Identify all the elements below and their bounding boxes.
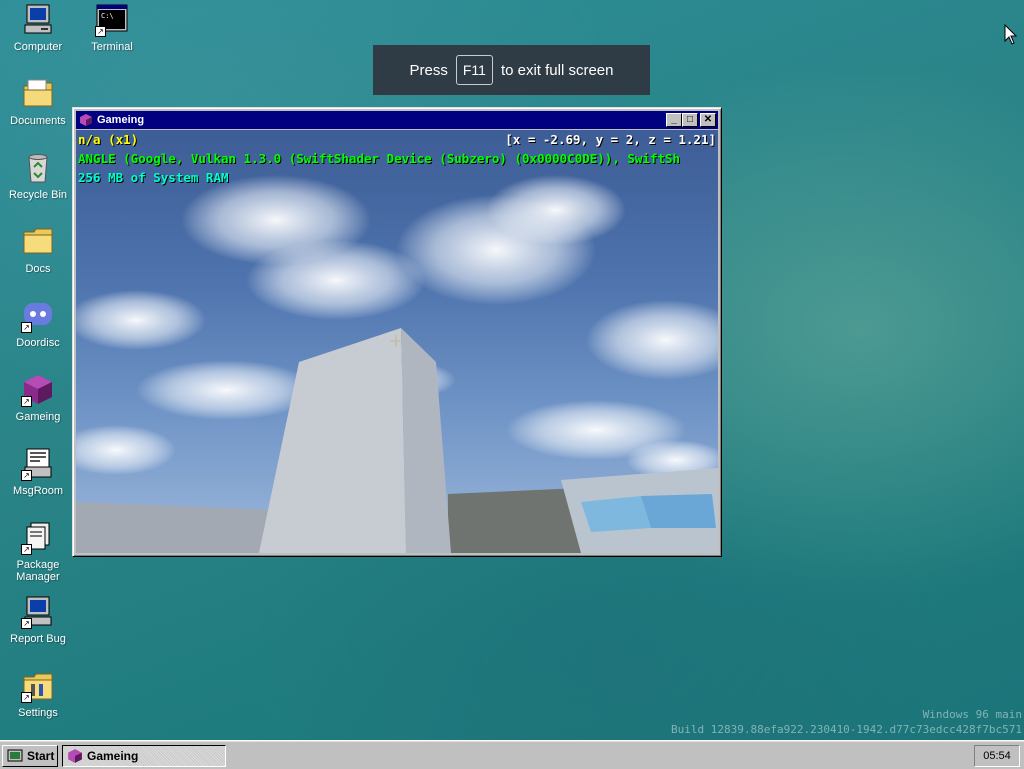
system-clock[interactable]: 05:54 [974,745,1020,767]
right-building-window-2 [641,494,716,528]
build-watermark-line2: Build 12839.88efa922.230410-1942.d77c73e… [671,723,1022,736]
gameing-cube-icon [68,749,82,763]
svg-text:C:\: C:\ [101,12,114,20]
pillar-left-face [259,328,406,553]
right-building-window [581,496,651,532]
package-manager-icon: ↗ [21,521,55,555]
gameing-cube-icon: ↗ [21,373,55,407]
desktop-icon-package-manager[interactable]: ↗ Package Manager [2,521,74,583]
game-scene [76,175,718,553]
doordisc-icon: ↗ [21,299,55,333]
desktop-icon-label: Docs [25,263,51,275]
desktop-icon-label: Recycle Bin [8,189,68,201]
shortcut-arrow-icon: ↗ [21,692,32,703]
maximize-button[interactable]: □ [682,113,698,127]
recycle-bin-icon [21,151,55,185]
shortcut-arrow-icon: ↗ [21,470,32,481]
fullscreen-exit-toast: Press F11 to exit full screen [373,45,650,95]
folder-icon [21,225,55,259]
toast-text-after: to exit full screen [500,61,614,79]
desktop-icon-docs[interactable]: Docs [2,225,74,275]
toast-text-before: Press [409,61,448,79]
desktop-icon-label: Doordisc [16,337,60,349]
minimize-button[interactable]: _ [666,113,682,127]
desktop-icon-label: Computer [13,41,63,53]
desktop-icon-label: Report Bug [10,633,66,645]
build-watermark-line1: Windows 96 main [922,708,1022,721]
shortcut-arrow-icon: ↗ [95,26,106,37]
computer-icon [21,3,55,37]
gameing-cube-icon [80,114,92,126]
pillar-right-face [401,328,451,553]
taskbar-item-gameing[interactable]: Gameing [62,745,226,767]
window-titlebar[interactable]: Gameing _ □ ✕ [76,111,718,129]
desktop-icon-label: Gameing [15,411,61,423]
start-logo-icon [7,749,23,762]
taskbar: Start Gameing 05:54 [0,740,1024,769]
hud-renderer: ANGLE (Google, Vulkan 1.3.0 (SwiftShader… [78,151,681,166]
desktop-icon-label: Package Manager [16,559,60,583]
desktop-icon-doordisc[interactable]: ↗ Doordisc [2,299,74,349]
right-wall-textured [448,488,581,553]
desktop-icon-computer[interactable]: Computer [2,3,74,53]
start-label: Start [27,749,55,763]
report-bug-icon: ↗ [21,595,55,629]
shortcut-arrow-icon: ↗ [21,618,32,629]
desktop-icon-terminal[interactable]: C:\ ↗ Terminal [76,3,148,53]
desktop-icon-report-bug[interactable]: ↗ Report Bug [2,595,74,645]
mouse-cursor-icon [1004,24,1018,45]
desktop-icon-label: Terminal [91,41,133,53]
msgroom-icon: ↗ [21,447,55,481]
gameing-window[interactable]: Gameing _ □ ✕ n/a (x1) [x = -2.69, y = 2… [72,107,722,557]
desktop-icon-label: MsgRoom [12,485,64,497]
desktop-icon-label: Documents [10,115,66,127]
shortcut-arrow-icon: ↗ [21,544,32,555]
desktop-icon-label: Settings [18,707,58,719]
desktop-icon-msgroom[interactable]: ↗ MsgRoom [2,447,74,497]
desktop-icon-settings[interactable]: ↗ Settings [2,669,74,719]
hud-status: n/a (x1) [78,132,139,147]
game-viewport[interactable]: n/a (x1) [x = -2.69, y = 2, z = 1.21] AN… [76,130,718,553]
window-title: Gameing [97,114,145,126]
left-wall [76,502,276,553]
taskbar-item-label: Gameing [87,749,139,763]
settings-icon: ↗ [21,669,55,703]
f11-key-badge: F11 [455,55,493,85]
hud-coordinates: [x = -2.69, y = 2, z = 1.21] [505,132,716,147]
documents-folder-icon [21,77,55,111]
shortcut-arrow-icon: ↗ [21,322,32,333]
desktop-icon-documents[interactable]: Documents [2,77,74,127]
desktop-icon-recycle-bin[interactable]: Recycle Bin [2,151,74,201]
close-button[interactable]: ✕ [700,113,716,127]
terminal-icon: C:\ ↗ [95,3,129,37]
shortcut-arrow-icon: ↗ [21,396,32,407]
desktop-icon-gameing[interactable]: ↗ Gameing [2,373,74,423]
start-button[interactable]: Start [2,745,58,767]
hud-memory: 256 MB of System RAM [78,170,229,185]
